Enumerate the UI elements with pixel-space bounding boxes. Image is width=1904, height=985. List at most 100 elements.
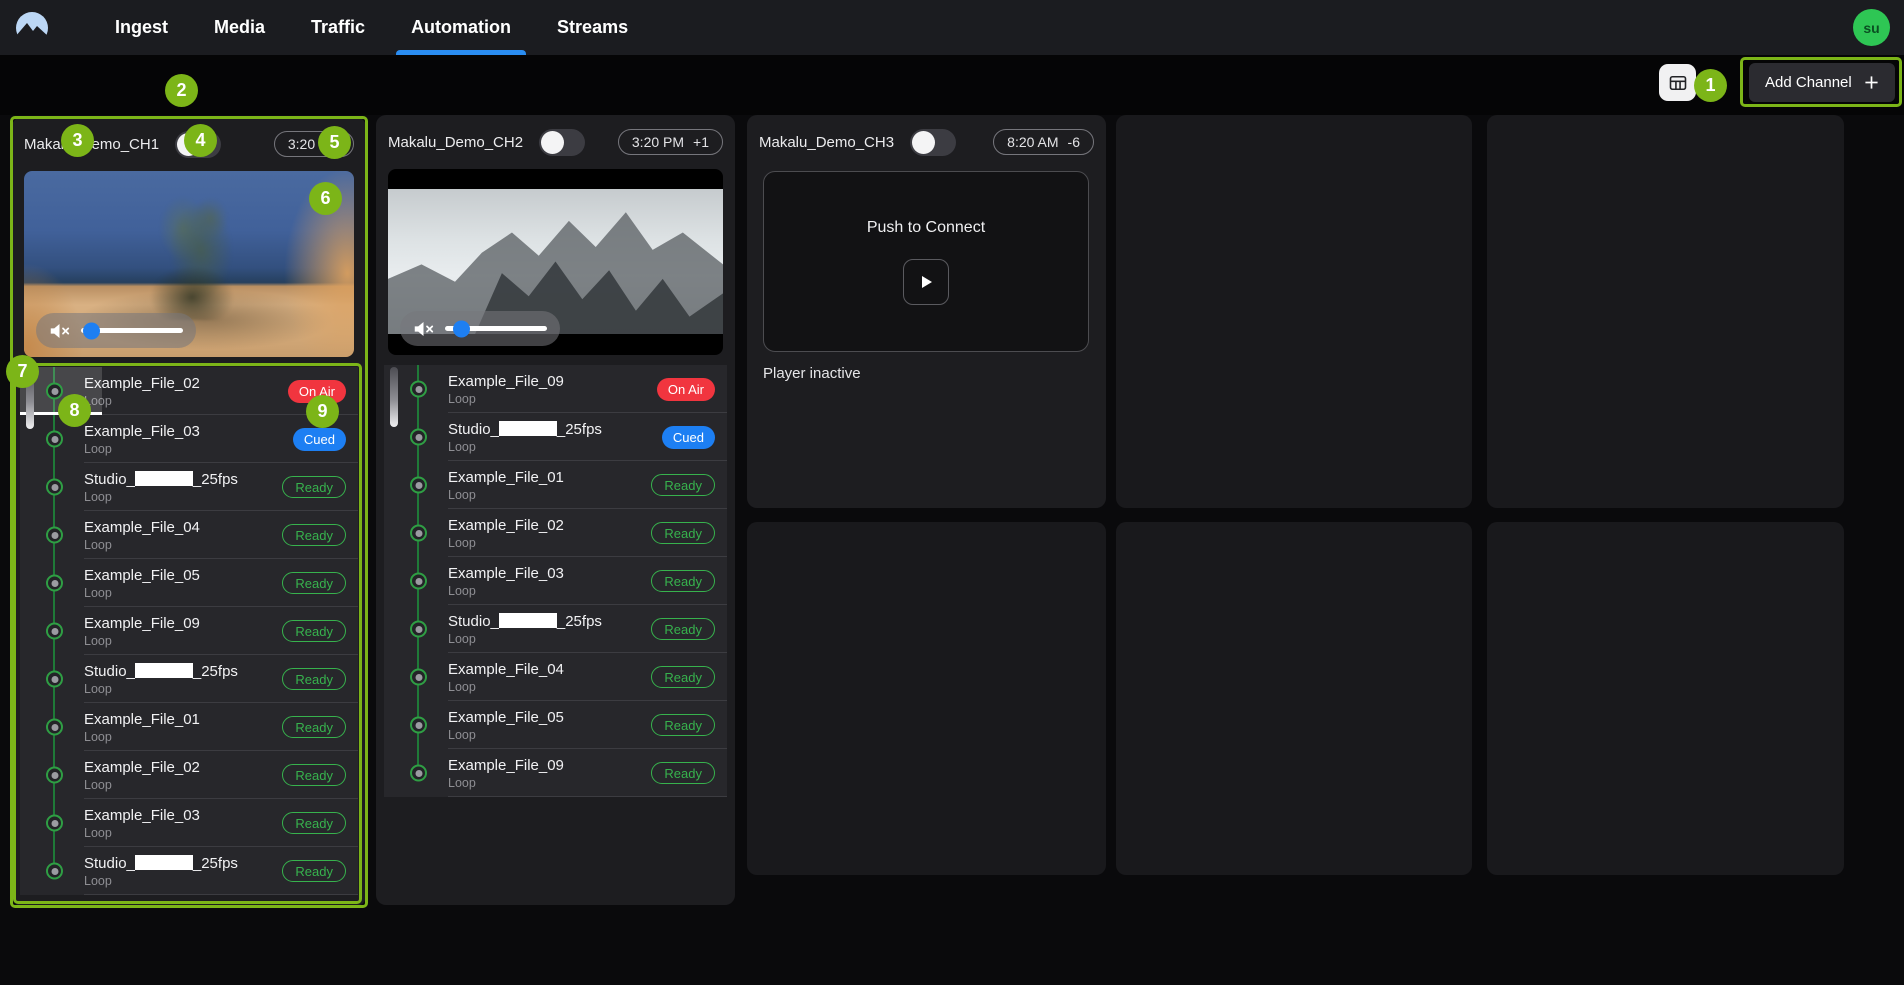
playlist-item[interactable]: Example_File_09 Loop Ready <box>384 749 727 797</box>
makalu-logo-icon[interactable] <box>14 10 50 46</box>
playlist-scrollbar-thumb[interactable] <box>26 369 34 429</box>
playlist-item-status-badge: Ready <box>282 476 346 498</box>
playlist-item[interactable]: Example_File_02 Loop Ready <box>384 509 727 557</box>
playlist-item-name: Example_File_04 <box>84 519 200 536</box>
volume-slider[interactable] <box>81 328 183 333</box>
playlist-item[interactable]: Studio__25fps Loop Ready <box>384 605 727 653</box>
channel-on-air-toggle[interactable] <box>910 129 956 156</box>
playlist-item[interactable]: Example_File_02 Loop On Air <box>20 367 358 415</box>
tab-streams[interactable]: Streams <box>534 0 651 55</box>
playlist-item[interactable]: Studio__25fps Loop Ready <box>20 847 358 895</box>
add-channel-button[interactable]: Add Channel <box>1749 63 1895 102</box>
toggle-knob <box>177 133 200 156</box>
volume-slider[interactable] <box>445 326 547 331</box>
tab-media[interactable]: Media <box>191 0 288 55</box>
tab-traffic[interactable]: Traffic <box>288 0 388 55</box>
push-to-connect-label: Push to Connect <box>867 219 985 237</box>
push-to-connect-box: Push to Connect <box>763 171 1089 352</box>
playlist-item[interactable]: Example_File_05 Loop Ready <box>20 559 358 607</box>
channel-header: Makalu_Demo_CH3 8:20 AM -6 <box>759 123 1094 161</box>
channel-on-air-toggle[interactable] <box>175 131 221 158</box>
playlist-item-node-icon <box>46 527 63 544</box>
playlist-item-name: Example_File_01 <box>84 711 200 728</box>
playlist-item[interactable]: Example_File_02 Loop Ready <box>20 751 358 799</box>
playlist-item-status-badge: Ready <box>651 474 715 496</box>
playlist-item-node-icon <box>410 381 427 398</box>
playlist-item-mode: Loop <box>84 682 238 696</box>
empty-channel-slot <box>747 522 1106 875</box>
playlist-item-status-badge: Ready <box>651 522 715 544</box>
player-status-text: Player inactive <box>763 365 861 382</box>
playlist-item[interactable]: Studio__25fps Loop Cued <box>384 413 727 461</box>
muted-speaker-icon[interactable] <box>413 320 434 338</box>
playlist-item-status-badge: Ready <box>282 524 346 546</box>
empty-channel-slot <box>1487 115 1844 508</box>
playlist-item[interactable]: Example_File_03 Loop Ready <box>20 799 358 847</box>
user-avatar[interactable]: su <box>1853 9 1890 46</box>
playlist-item[interactable]: Example_File_03 Loop Ready <box>384 557 727 605</box>
name-suffix: _25fps <box>193 471 238 488</box>
redacted-text-block <box>499 421 557 436</box>
volume-slider-knob[interactable] <box>453 320 470 337</box>
playlist-item-name: Example_File_09 <box>448 373 564 390</box>
playlist-scrollbar-thumb[interactable] <box>390 367 398 427</box>
playlist-item-meta: Example_File_05 Loop <box>84 567 200 600</box>
tab-ingest[interactable]: Ingest <box>92 0 191 55</box>
channel-grid-view-button[interactable] <box>1659 64 1696 101</box>
name-suffix: _25fps <box>193 663 238 680</box>
channel-header: Makalu_Demo_CH2 3:20 PM +1 <box>388 123 723 161</box>
playlist-item[interactable]: Example_File_05 Loop Ready <box>384 701 727 749</box>
playlist-item[interactable]: Studio__25fps Loop Ready <box>20 463 358 511</box>
playlist-item-meta: Example_File_09 Loop <box>448 373 564 406</box>
playlist-item-meta: Studio__25fps Loop <box>84 471 238 504</box>
channel-title: Makalu_Demo_CH1 <box>24 136 159 153</box>
playlist-item-meta: Example_File_04 Loop <box>84 519 200 552</box>
playlist-item[interactable]: Example_File_09 Loop Ready <box>20 607 358 655</box>
empty-channel-slot <box>1487 522 1844 875</box>
add-channel-label: Add Channel <box>1765 74 1852 91</box>
channel-on-air-toggle[interactable] <box>539 129 585 156</box>
playlist-item-meta: Example_File_03 Loop <box>84 807 200 840</box>
playlist-item-name: Example_File_09 <box>448 757 564 774</box>
playlist-item-status-badge: Ready <box>282 860 346 882</box>
playlist-item-status-badge: Ready <box>282 716 346 738</box>
redacted-text-block <box>135 855 193 870</box>
nav-tabs: IngestMediaTrafficAutomationStreams <box>92 0 651 55</box>
channel-preview-player[interactable] <box>388 169 723 355</box>
toggle-knob <box>541 131 564 154</box>
name-suffix: _25fps <box>193 855 238 872</box>
name-prefix: Studio_ <box>84 471 135 488</box>
playlist-item[interactable]: Example_File_01 Loop Ready <box>384 461 727 509</box>
playlist-item-node-icon <box>410 717 427 734</box>
automation-page: IngestMediaTrafficAutomationStreams su A… <box>0 0 1904 985</box>
playlist-item[interactable]: Example_File_04 Loop Ready <box>384 653 727 701</box>
channel-playlist: Example_File_02 Loop On Air Example_File… <box>20 367 358 895</box>
playlist-item[interactable]: Example_File_03 Loop Cued <box>20 415 358 463</box>
playlist-item-status-badge: Ready <box>282 812 346 834</box>
redacted-text-block <box>135 663 193 678</box>
playlist-item-meta: Example_File_09 Loop <box>448 757 564 790</box>
channel-playlist: Example_File_09 Loop On Air Studio__25fp… <box>384 365 727 797</box>
playlist-item-status-badge: Ready <box>651 570 715 592</box>
muted-speaker-icon[interactable] <box>49 322 70 340</box>
playlist-item-name: Example_File_01 <box>448 469 564 486</box>
playlist-item-mode: Loop <box>84 730 200 744</box>
playlist-item-node-icon <box>46 431 63 448</box>
playlist-item-mode: Loop <box>84 874 238 888</box>
playlist-item-mode: Loop <box>448 440 602 454</box>
tab-automation[interactable]: Automation <box>388 0 534 55</box>
channel-time-pill: 3:20 PM +1 <box>618 129 723 155</box>
volume-slider-knob[interactable] <box>83 322 100 339</box>
playlist-item-name: Studio__25fps <box>84 855 238 872</box>
playlist-item[interactable]: Example_File_04 Loop Ready <box>20 511 358 559</box>
channel-title: Makalu_Demo_CH2 <box>388 134 523 151</box>
playlist-item-name: Example_File_04 <box>448 661 564 678</box>
connect-play-button[interactable] <box>903 259 949 305</box>
playlist-item[interactable]: Studio__25fps Loop Ready <box>20 655 358 703</box>
channel-preview-player[interactable] <box>24 171 354 357</box>
playlist-item-meta: Example_File_01 Loop <box>448 469 564 502</box>
utc-offset: +1 <box>693 134 709 150</box>
playlist-item-meta: Example_File_02 Loop <box>448 517 564 550</box>
playlist-item[interactable]: Example_File_09 Loop On Air <box>384 365 727 413</box>
playlist-item[interactable]: Example_File_01 Loop Ready <box>20 703 358 751</box>
